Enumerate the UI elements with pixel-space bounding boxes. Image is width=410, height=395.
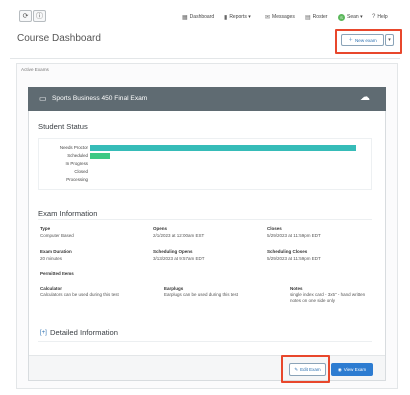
bar-label-processing: Processing — [66, 177, 88, 182]
user-avatar-icon: S — [338, 13, 345, 21]
nav-roster[interactable]: ▤ Roster — [305, 12, 327, 22]
view-exam-button[interactable]: ◉ View Exam — [331, 363, 373, 376]
cloud-download-icon[interactable]: ☁ — [360, 92, 370, 103]
refresh-icon: ⟳ — [22, 13, 29, 20]
detailed-info-heading[interactable]: Detailed Information — [50, 328, 118, 337]
page-title: Course Dashboard — [17, 33, 101, 44]
detailed-info-divider — [38, 341, 372, 342]
info-icon: ⓘ — [36, 13, 43, 20]
bar-label-needs-proctor: Needs Proctor — [59, 145, 88, 150]
bar-label-in-progress: In Progress — [65, 161, 88, 166]
permitted-items-label: Permitted Items — [40, 271, 74, 276]
duration-value: 20 minutes — [40, 256, 63, 261]
refresh-button[interactable]: ⟳ — [19, 10, 32, 22]
bar-needs-proctor — [90, 145, 356, 151]
nav-help[interactable]: ? Help — [372, 12, 388, 22]
pencil-icon: ✎ — [294, 366, 299, 372]
new-exam-button[interactable]: ＋ New exam — [341, 34, 384, 46]
calculator-value: Calculators can be used during this test — [40, 292, 119, 297]
bar-chart-icon: ▮ — [224, 14, 228, 21]
earplugs-label: Earplugs — [164, 286, 184, 291]
scheduling-opens-value: 3/13/2023 at 9:57am EDT — [153, 256, 205, 261]
scheduling-closes-label: Scheduling Closes — [267, 249, 308, 254]
detailed-info-toggle[interactable]: [+] — [40, 330, 47, 336]
laptop-icon: ▭ — [39, 94, 47, 103]
eye-icon: ◉ — [337, 366, 342, 372]
bar-label-scheduled: Scheduled — [67, 153, 88, 158]
edit-exam-button[interactable]: ✎ Edit Exam — [289, 363, 326, 376]
nav-user-menu[interactable]: S Sean ▾ — [338, 12, 363, 22]
notes-label: Notes — [290, 286, 303, 291]
notes-value: single index card - 3x5" - hand written … — [290, 292, 366, 303]
info-button[interactable]: ⓘ — [33, 10, 46, 22]
type-value: Computer Based — [40, 233, 74, 238]
bar-scheduled — [90, 153, 110, 159]
chevron-down-icon: ▾ — [388, 37, 391, 43]
active-exams-label: Active Exams — [21, 67, 49, 72]
earplugs-value: Earplugs can be used during this test — [164, 292, 239, 297]
nav-dashboard[interactable]: ▦ Dashboard — [182, 12, 214, 22]
building-icon: ▦ — [182, 14, 188, 21]
opens-value: 2/1/2023 at 12:00am EST — [153, 233, 205, 238]
top-navbar: ⟳ ⓘ ▦ Dashboard ▮ Reports ▾ ✉ Messages ▤… — [0, 0, 410, 32]
envelope-icon: ✉ — [265, 14, 271, 21]
help-icon: ? — [372, 14, 376, 20]
duration-label: Exam Duration — [40, 249, 72, 254]
header-divider — [10, 58, 400, 59]
student-status-heading: Student Status — [38, 122, 88, 131]
calculator-label: Calculator — [40, 286, 63, 291]
closes-value: 5/29/2023 at 11:59pm EDT — [267, 233, 321, 238]
plus-icon: ＋ — [348, 37, 353, 42]
opens-label: Opens — [153, 226, 168, 231]
exam-title: Sports Business 450 Final Exam — [52, 95, 148, 102]
nav-reports[interactable]: ▮ Reports ▾ — [224, 12, 251, 22]
grid-icon: ▤ — [305, 14, 311, 21]
closes-label: Closes — [267, 226, 282, 231]
exam-information-heading: Exam Information — [38, 209, 98, 218]
new-exam-dropdown-toggle[interactable]: ▾ — [385, 34, 394, 46]
exam-info-divider — [38, 219, 372, 220]
scheduling-opens-label: Scheduling Opens — [153, 249, 193, 254]
exam-card-header: ▭ Sports Business 450 Final Exam ☁ — [28, 87, 386, 111]
scheduling-closes-value: 5/29/2023 at 11:59pm EDT — [267, 256, 321, 261]
nav-messages[interactable]: ✉ Messages — [265, 12, 295, 22]
bar-label-closed: Closed — [74, 169, 88, 174]
type-label: Type — [40, 226, 51, 231]
